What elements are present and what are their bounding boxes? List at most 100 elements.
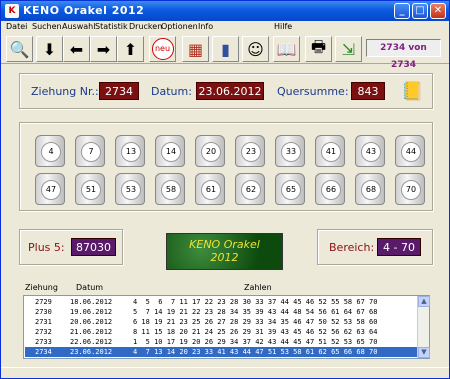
cell-nr: 2732 — [35, 328, 52, 336]
cell-zahlen: 4 7 13 14 20 23 33 41 43 44 47 51 53 58 … — [133, 348, 378, 356]
bereich-label: Bereich: — [329, 241, 375, 254]
cell-zahlen: 1 5 10 17 19 20 26 29 34 37 42 43 44 45 … — [133, 338, 378, 346]
menu-hilfe[interactable]: Hilfe — [274, 22, 292, 31]
menu-drucken[interactable]: Drucken — [129, 22, 162, 31]
cell-datum: 22.06.2012 — [70, 338, 113, 346]
ball: 65 — [275, 173, 305, 205]
ball: 7 — [75, 135, 105, 167]
quersumme-label: Quersumme: — [277, 85, 349, 98]
cell-nr: 2731 — [35, 318, 52, 326]
header-ziehung: Ziehung — [25, 283, 58, 292]
ball-number: 53 — [121, 180, 141, 200]
chart-button[interactable]: ▮ — [212, 36, 239, 62]
ball-number: 13 — [121, 142, 141, 162]
cell-datum: 19.06.2012 — [70, 308, 113, 316]
table-row[interactable]: 2734 23.06.2012 4 7 13 14 20 23 33 41 43 4… — [25, 347, 417, 357]
plus5-label: Plus 5: — [28, 241, 65, 254]
ball-number: 33 — [281, 142, 301, 162]
search-button[interactable]: 🔍 — [6, 36, 33, 62]
ball: 53 — [115, 173, 145, 205]
ball: 41 — [315, 135, 345, 167]
ball-number: 44 — [401, 142, 421, 162]
up-button[interactable]: ⬆ — [117, 36, 144, 62]
table-row[interactable]: 2730 19.06.2012 5 7 14 19 21 22 23 28 34 3… — [25, 307, 417, 317]
keno-logo: KENO Orakel 2012 — [166, 233, 283, 270]
status-bar — [1, 367, 449, 378]
ball-number: 4 — [41, 142, 61, 162]
bereich-value: 4 - 70 — [377, 238, 421, 256]
cell-nr: 2730 — [35, 308, 52, 316]
scroll-up-icon[interactable]: ▲ — [418, 296, 430, 307]
cell-datum: 18.06.2012 — [70, 298, 113, 306]
table-row[interactable]: 2729 18.06.2012 4 5 6 7 11 17 22 23 28 30 … — [25, 297, 417, 307]
ball: 68 — [355, 173, 385, 205]
draw-counter: 2734 von 2734 — [366, 39, 441, 70]
scroll-down-icon[interactable]: ▼ — [418, 347, 430, 358]
plus5-value: 87030 — [71, 238, 116, 256]
cell-datum: 20.06.2012 — [70, 318, 113, 326]
logo-title: KENO Orakel — [189, 238, 260, 251]
menu-info[interactable]: Info — [198, 22, 213, 31]
ball: 58 — [155, 173, 185, 205]
book-button[interactable]: 📖 — [273, 36, 300, 62]
cell-datum: 21.06.2012 — [70, 328, 113, 336]
ball-number: 7 — [81, 142, 101, 162]
table-row[interactable]: 2732 21.06.2012 8 11 15 18 20 21 24 25 26 … — [25, 327, 417, 337]
ball-number: 20 — [201, 142, 221, 162]
exit-icon: ⇲ — [341, 39, 356, 59]
minimize-button[interactable]: _ — [394, 3, 410, 19]
draws-table[interactable]: 2729 18.06.2012 4 5 6 7 11 17 22 23 28 30 … — [23, 295, 430, 359]
cell-nr: 2733 — [35, 338, 52, 346]
menu-bar: Datei Suchen Auswahl Statistik Drucken O… — [1, 21, 449, 33]
logo-year: 2012 — [210, 251, 239, 264]
ball-number: 61 — [201, 180, 221, 200]
menu-optionen[interactable]: Optionen — [161, 22, 198, 31]
print-button[interactable]: 🖶 — [305, 36, 332, 62]
vertical-scrollbar[interactable]: ▲ ▼ — [417, 296, 430, 358]
book-icon[interactable]: 📒 — [401, 81, 423, 102]
ball: 20 — [195, 135, 225, 167]
ball: 51 — [75, 173, 105, 205]
header-zahlen: Zahlen — [244, 283, 272, 292]
left-button[interactable]: ⬅ — [63, 36, 90, 62]
ball-number: 65 — [281, 180, 301, 200]
right-button[interactable]: ➡ — [90, 36, 117, 62]
menu-suchen[interactable]: Suchen — [32, 22, 62, 31]
table-row[interactable]: 2733 22.06.2012 1 5 10 17 19 20 26 29 34 3… — [25, 337, 417, 347]
face-button[interactable]: ☺ — [242, 36, 269, 62]
exit-button[interactable]: ⇲ — [335, 36, 362, 62]
ball-number: 68 — [361, 180, 381, 200]
ball-number: 70 — [401, 180, 421, 200]
menu-statistik[interactable]: Statistik — [95, 22, 128, 31]
app-icon: K — [5, 4, 19, 18]
ball: 66 — [315, 173, 345, 205]
grid-icon: ▦ — [187, 39, 204, 59]
new-button[interactable]: neu — [149, 36, 176, 62]
down-button[interactable]: ⬇ — [36, 36, 63, 62]
ball-number: 43 — [361, 142, 381, 162]
arrow-left-icon: ⬅ — [69, 39, 84, 59]
cell-nr: 2734 — [35, 348, 52, 356]
cell-nr: 2729 — [35, 298, 52, 306]
ball-number: 62 — [241, 180, 261, 200]
chart-icon: ▮ — [221, 39, 230, 59]
ball: 70 — [395, 173, 425, 205]
ball: 33 — [275, 135, 305, 167]
ball: 14 — [155, 135, 185, 167]
cell-datum: 23.06.2012 — [70, 348, 113, 356]
table-row[interactable]: 2731 20.06.2012 6 18 19 21 23 25 26 27 28 … — [25, 317, 417, 327]
cell-zahlen: 4 5 6 7 11 17 22 23 28 30 33 37 44 45 46… — [133, 298, 378, 306]
menu-datei[interactable]: Datei — [6, 22, 27, 31]
close-button[interactable]: ✕ — [430, 3, 446, 19]
search-icon: 🔍 — [9, 39, 30, 59]
ball-number: 47 — [41, 180, 61, 200]
ball: 61 — [195, 173, 225, 205]
face-icon: ☺ — [247, 39, 264, 59]
datum-value: 23.06.2012 — [196, 82, 264, 100]
cell-zahlen: 8 11 15 18 20 21 24 25 26 29 31 39 43 45… — [133, 328, 378, 336]
arrow-right-icon: ➡ — [96, 39, 111, 59]
grid-button[interactable]: ▦ — [182, 36, 209, 62]
maximize-button[interactable]: □ — [412, 3, 428, 19]
cell-zahlen: 6 18 19 21 23 25 26 27 28 29 33 34 35 46… — [133, 318, 378, 326]
menu-auswahl[interactable]: Auswahl — [62, 22, 95, 31]
